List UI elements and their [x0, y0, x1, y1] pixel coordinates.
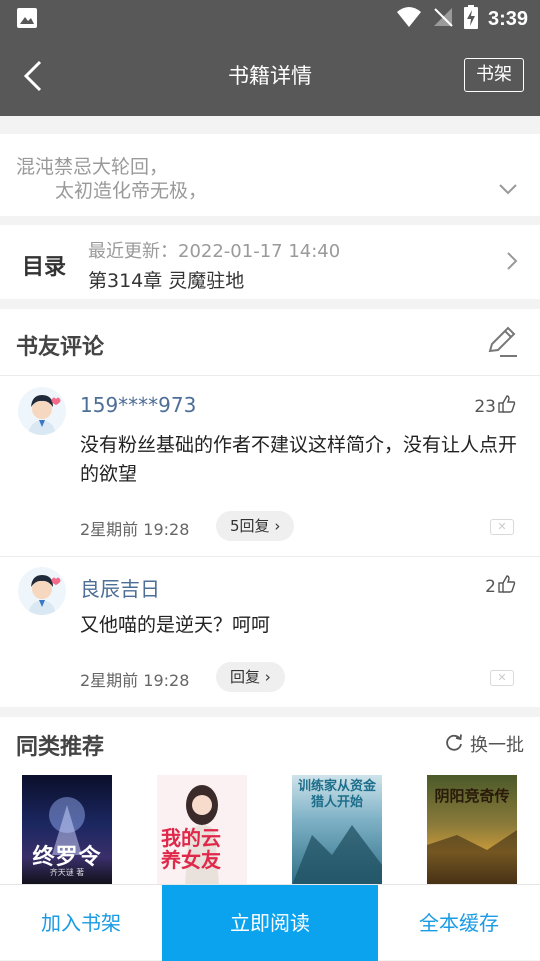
intro-line-2: 太初造化帝无极， — [55, 180, 208, 202]
similar-recommendations: 同类推荐 换一批 终罗令 齐天谜 著 我的云养女友 训练家从资金猎人开始 阴阳竞… — [0, 717, 540, 887]
chevron-right-icon — [506, 251, 518, 275]
add-to-shelf-button[interactable]: 加入书架 — [0, 885, 162, 961]
comment-text: 又他喵的是逆天？呵呵 — [80, 614, 271, 636]
wifi-icon — [396, 6, 422, 32]
book-cover[interactable]: 训练家从资金猎人开始 — [292, 775, 382, 885]
avatar[interactable] — [18, 387, 66, 435]
like-count[interactable]: 2 — [485, 575, 516, 598]
comment-time: 2星期前 19:28 — [80, 520, 190, 539]
refresh-label: 换一批 — [470, 735, 524, 756]
like-count-value: 23 — [474, 396, 496, 417]
image-notification-icon — [16, 7, 38, 33]
reply-button[interactable]: 5回复 › — [216, 511, 295, 541]
close-icon[interactable]: ✕ — [490, 519, 514, 535]
refresh-button[interactable]: 换一批 — [444, 731, 524, 757]
cover-title: 我的云养女友 — [161, 826, 221, 872]
divider — [0, 556, 540, 557]
no-signal-icon — [432, 6, 454, 32]
read-now-button[interactable]: 立即阅读 — [162, 885, 378, 961]
comments-section: 书友评论 159****973 23 没有粉丝基础的作者不建议这样简介，没有让人… — [0, 309, 540, 707]
toc-label: 目录 — [22, 255, 67, 280]
reply-button[interactable]: 回复 › — [216, 662, 285, 692]
avatar[interactable] — [18, 567, 66, 615]
write-comment-icon[interactable] — [484, 325, 518, 363]
bookshelf-button[interactable]: 书架 — [464, 58, 524, 92]
cover-title: 阴阳竞奇传 — [434, 787, 510, 805]
like-count-value: 2 — [485, 576, 496, 597]
bottom-action-bar: 加入书架 立即阅读 全本缓存 — [0, 884, 540, 961]
comment-username[interactable]: 159****973 — [80, 393, 196, 417]
cover-author: 齐天谜 著 — [49, 868, 85, 877]
reply-label: 5回复 — [230, 517, 270, 535]
status-bar: 3:39 — [0, 0, 540, 36]
book-cover[interactable]: 阴阳竞奇传 — [427, 775, 517, 885]
comment-username[interactable]: 良辰吉日 — [80, 573, 160, 602]
battery-charging-icon — [463, 5, 478, 33]
table-of-contents-row[interactable]: 目录 最近更新：2022-01-17 14:40 第314章 灵魔驻地 — [0, 225, 540, 299]
thumbs-up-icon[interactable] — [498, 395, 516, 418]
close-icon[interactable]: ✕ — [490, 670, 514, 686]
download-all-button[interactable]: 全本缓存 — [378, 885, 540, 961]
cover-title: 训练家从资金猎人开始 — [297, 779, 376, 810]
latest-chapter: 第314章 灵魔驻地 — [88, 270, 245, 292]
page-title: 书籍详情 — [228, 64, 312, 88]
clock: 3:39 — [487, 7, 528, 30]
chevron-down-icon[interactable] — [498, 180, 518, 199]
thumbs-up-icon[interactable] — [498, 575, 516, 598]
refresh-icon — [444, 732, 464, 757]
like-count[interactable]: 23 — [474, 395, 516, 418]
last-updated: 最近更新：2022-01-17 14:40 — [88, 241, 341, 262]
comments-heading: 书友评论 — [16, 335, 105, 360]
reply-label: 回复 — [230, 668, 261, 686]
divider — [0, 375, 540, 376]
chevron-right-icon: › — [269, 517, 281, 535]
app-bar: 书籍详情 书架 — [0, 36, 540, 116]
intro-line-1: 混沌禁忌大轮回， — [16, 156, 169, 178]
comment-text: 没有粉丝基础的作者不建议这样简介，没有让人点开的欲望 — [80, 434, 518, 485]
comment-time: 2星期前 19:28 — [80, 671, 190, 690]
book-cover[interactable]: 我的云养女友 — [157, 775, 247, 885]
chevron-right-icon: › — [260, 668, 271, 686]
book-intro[interactable]: 混沌禁忌大轮回， 太初造化帝无极， — [0, 134, 540, 216]
book-cover[interactable]: 终罗令 齐天谜 著 — [22, 775, 112, 885]
recommend-heading: 同类推荐 — [16, 735, 105, 760]
